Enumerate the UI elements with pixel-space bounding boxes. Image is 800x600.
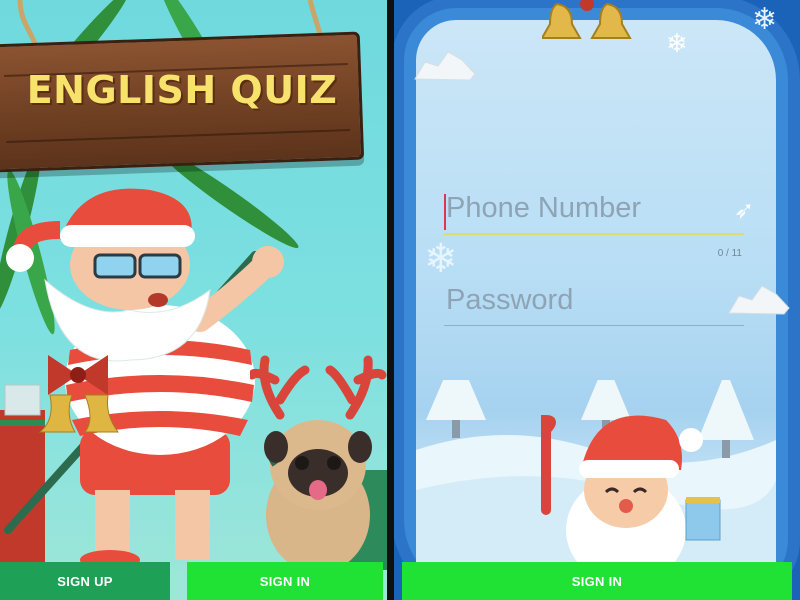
- sign-up-button[interactable]: SIGN UP: [0, 562, 170, 600]
- snowflake-icon: ❄: [666, 28, 688, 58]
- password-underline: [444, 325, 744, 326]
- sign-in-button[interactable]: SIGN IN: [187, 562, 383, 600]
- character-counter: 0 / 11: [717, 248, 742, 259]
- phone-number-input[interactable]: [444, 192, 744, 233]
- pug-with-antlers-illustration: [250, 355, 387, 573]
- password-input[interactable]: [444, 284, 744, 325]
- winter-santa-illustration: [416, 380, 776, 580]
- phone-number-field[interactable]: 0 / 11: [444, 192, 744, 259]
- quiz-title: ENGLISH QUIZ: [26, 68, 338, 112]
- right-screen: ❄ ❄ ❄ ➶ 0 / 11 S: [394, 0, 800, 600]
- cloud-icon: [414, 51, 476, 81]
- phone-underline: [444, 233, 744, 235]
- text-cursor: [444, 194, 446, 230]
- left-bottom-bar: SIGN UP SIGN IN: [0, 562, 387, 600]
- sign-in-button[interactable]: SIGN IN: [402, 562, 792, 600]
- left-screen: ENGLISH QUIZ SIGN UP SIGN IN: [0, 0, 387, 600]
- snowflake-icon: ❄: [424, 237, 458, 281]
- christmas-bells-icon: [542, 0, 632, 39]
- snowflake-icon: ❄: [752, 3, 778, 36]
- password-field[interactable]: [444, 284, 744, 326]
